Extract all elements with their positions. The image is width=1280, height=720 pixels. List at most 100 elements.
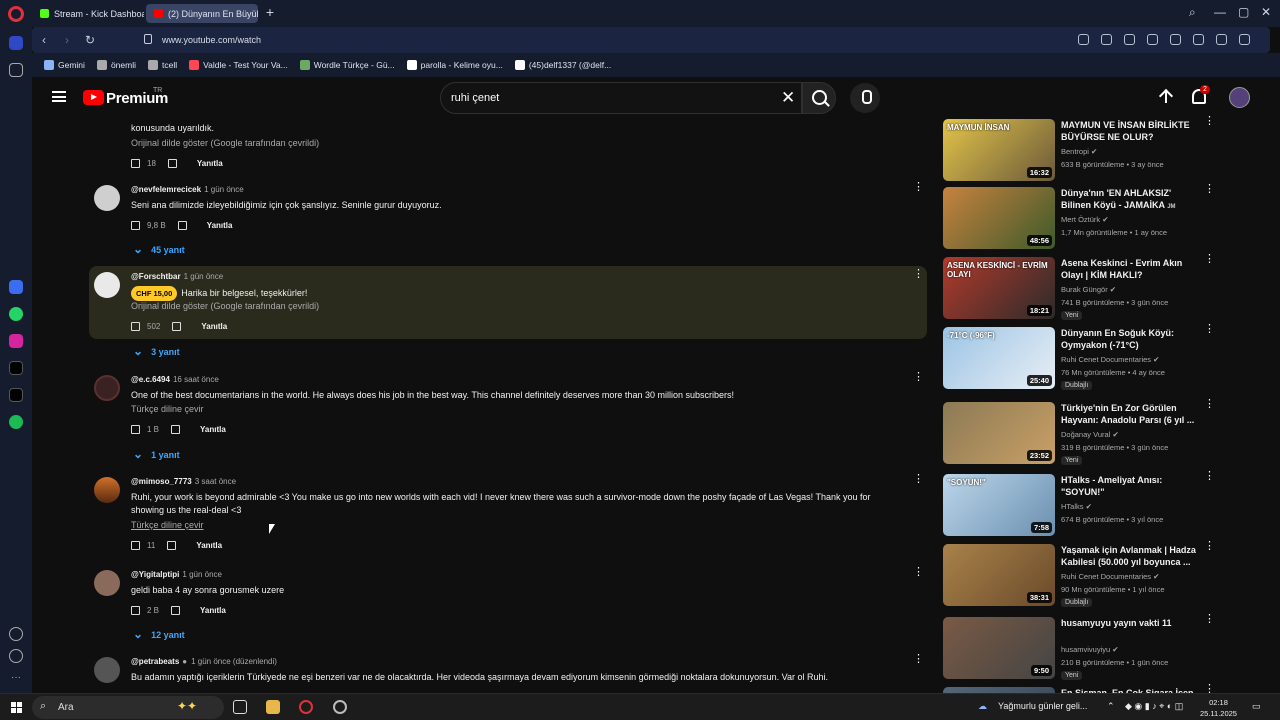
instagram-icon[interactable] <box>9 334 23 348</box>
view-replies-button[interactable]: 12 yanıt <box>133 627 185 641</box>
related-video-item[interactable]: 48:56 Dünya'nın 'EN AHLAKSIZ' Bilinen Köy… <box>943 184 1243 253</box>
video-thumbnail[interactable]: -71°C (-96°F) 25:40 <box>943 327 1055 389</box>
video-more-icon[interactable]: ⋮ <box>1204 116 1215 127</box>
aria-ai-icon[interactable] <box>9 280 23 294</box>
more-dots-icon[interactable]: ··· <box>9 672 23 686</box>
related-video-item[interactable]: "SOYUN!" 7:58 HTalks - Ameliyat Anısı: "SO… <box>943 471 1243 540</box>
video-more-icon[interactable]: ⋮ <box>1204 399 1215 410</box>
weather-text[interactable]: Yağmurlu günler geli... <box>998 701 1087 711</box>
video-title[interactable]: Türkiye'nin En Zor Görülen Hayvanı: Anad… <box>1061 402 1201 426</box>
channel-name[interactable]: husamvivuyiyu ✔ <box>1061 645 1119 654</box>
related-video-item[interactable]: 23:52 Türkiye'nin En Zor Görülen Hayvanı:… <box>943 399 1243 468</box>
opera-taskbar-icon[interactable] <box>299 700 313 714</box>
video-more-icon[interactable]: ⋮ <box>1204 184 1215 195</box>
video-more-icon[interactable]: ⋮ <box>1204 254 1215 265</box>
search-tabs-icon[interactable]: ⌕ <box>1189 5 1196 20</box>
comment-author[interactable]: @nevfelemrecicek <box>131 185 201 194</box>
heart-outline-icon[interactable] <box>1170 34 1181 45</box>
opera-gx-taskbar-icon[interactable] <box>333 700 347 714</box>
bookmark-item[interactable]: (45)delf1337 (@delf... <box>514 60 611 70</box>
avatar[interactable] <box>94 185 120 211</box>
taskbar-search[interactable]: ⌕ Ara ✦✦ <box>32 696 224 719</box>
comment-author[interactable]: @e.c.6494 <box>131 375 170 384</box>
tray-chevron-icon[interactable]: ⌃ <box>1107 701 1115 712</box>
view-replies-button[interactable]: 45 yanıt <box>133 242 185 256</box>
video-thumbnail[interactable]: 48:56 <box>943 187 1055 249</box>
tray-apps-icons[interactable]: ◆ ◉ ▮ ♪ ⌖ ◐ ◫ <box>1125 701 1183 712</box>
reload-icon[interactable]: ↻ <box>85 33 95 47</box>
show-original-link[interactable]: Orijinal dilde göster (Google tarafından… <box>131 138 319 148</box>
tiktok-icon[interactable] <box>9 361 23 375</box>
channel-name[interactable]: Bentropi ✔ <box>1061 147 1097 156</box>
reply-button[interactable]: Yanıtla <box>196 541 222 550</box>
video-title[interactable]: Dünyanın En Soğuk Köyü: Oymyakon (-71°C) <box>1061 327 1201 351</box>
comment-more-icon[interactable]: ⋮ <box>913 182 924 199</box>
like-icon[interactable] <box>131 159 140 168</box>
avatar[interactable] <box>94 272 120 298</box>
bookmark-item[interactable]: önemli <box>96 60 136 70</box>
related-video-item[interactable]: -71°C (-96°F) 25:40 Dünyanın En Soğuk Köyü… <box>943 324 1243 393</box>
reply-button[interactable]: Yanıtla <box>200 425 226 434</box>
tab-kick-dashboard[interactable]: Stream - Kick Dashboard <box>32 4 144 23</box>
edit-icon[interactable] <box>1078 34 1089 45</box>
related-video-item[interactable]: 38:31 Yaşamak için Avlanmak | Hadza Kabil… <box>943 541 1243 610</box>
windows-start-icon[interactable] <box>11 702 22 713</box>
video-thumbnail[interactable]: "SOYUN!" 7:58 <box>943 474 1055 536</box>
translate-link[interactable]: Türkçe diline çevir <box>131 520 204 530</box>
dislike-icon[interactable] <box>172 322 182 331</box>
home-icon[interactable] <box>9 36 23 50</box>
video-title[interactable]: Dünya'nın 'EN AHLAKSIZ' Bilinen Köyü - J… <box>1061 187 1201 213</box>
video-more-icon[interactable]: ⋮ <box>1204 324 1215 335</box>
comment-more-icon[interactable]: ⋮ <box>913 654 924 671</box>
video-thumbnail[interactable]: 9:50 <box>943 617 1055 679</box>
video-more-icon[interactable]: ⋮ <box>1204 541 1215 552</box>
channel-name[interactable]: HTalks ✔ <box>1061 502 1092 511</box>
reply-button[interactable]: Yanıtla <box>201 322 227 331</box>
maximize-icon[interactable]: ▢ <box>1238 5 1249 19</box>
menu-hamburger-icon[interactable] <box>52 91 66 102</box>
show-original-link[interactable]: Orijinal dilde göster (Google tarafından… <box>131 301 319 311</box>
video-thumbnail[interactable]: 38:31 <box>943 544 1055 606</box>
channel-name[interactable]: Mert Öztürk ✔ <box>1061 215 1109 224</box>
like-icon[interactable] <box>131 606 140 615</box>
whatsapp-icon[interactable] <box>9 307 23 321</box>
close-window-icon[interactable]: ✕ <box>1261 5 1271 19</box>
related-video-item[interactable]: 9:50 husamyuyu yayın vakti 11 husamvivuyiy… <box>943 614 1243 683</box>
comment-more-icon[interactable]: ⋮ <box>913 372 924 389</box>
opera-logo-icon[interactable] <box>8 6 24 22</box>
new-tab-plus-icon[interactable]: + <box>263 5 277 19</box>
comment-author[interactable]: @mimoso_7773 <box>131 477 192 486</box>
avatar[interactable] <box>94 570 120 596</box>
video-title[interactable]: Yaşamak için Avlanmak | Hadza Kabilesi (… <box>1061 544 1201 568</box>
translate-link[interactable]: Türkçe diline çevir <box>131 404 204 414</box>
notification-center-icon[interactable]: ▭ <box>1252 701 1261 712</box>
reply-button[interactable]: Yanıtla <box>200 606 226 615</box>
spotify-icon[interactable] <box>9 415 23 429</box>
related-video-item[interactable]: MAYMUN İNSAN 16:32 MAYMUN VE İNSAN BİRLİKT… <box>943 116 1243 185</box>
avatar[interactable] <box>94 657 120 683</box>
account-avatar[interactable] <box>1229 87 1250 108</box>
like-icon[interactable] <box>131 221 140 230</box>
bookmark-item[interactable]: tcell <box>147 60 177 70</box>
video-thumbnail[interactable]: 23:52 <box>943 402 1055 464</box>
x-twitter-icon[interactable] <box>9 388 23 402</box>
url-field[interactable]: www.youtube.com/watch <box>162 35 261 45</box>
dislike-icon[interactable] <box>167 159 177 168</box>
dislike-icon[interactable] <box>177 221 187 230</box>
search-input[interactable] <box>451 90 751 106</box>
extensions-icon[interactable] <box>1216 34 1227 45</box>
video-title[interactable]: HTalks - Ameliyat Anısı: "SOYUN!" <box>1061 474 1201 498</box>
history-clock-icon[interactable] <box>9 649 23 663</box>
star-icon[interactable] <box>9 63 23 77</box>
channel-name[interactable]: Burak Güngör ✔ <box>1061 285 1116 294</box>
like-icon[interactable] <box>131 541 140 550</box>
comment-more-icon[interactable]: ⋮ <box>913 269 924 286</box>
avatar[interactable] <box>94 477 120 503</box>
download-icon[interactable] <box>1193 34 1204 45</box>
channel-name[interactable]: Doğanay Vural ✔ <box>1061 430 1119 439</box>
tab-youtube-video[interactable]: (2) Dünyanın En Büyük 'Kı <box>146 4 258 23</box>
clear-search-icon[interactable]: ✕ <box>781 88 795 108</box>
bookmark-item[interactable]: Gemini <box>44 60 85 70</box>
search-button[interactable] <box>802 82 836 114</box>
channel-name[interactable]: Ruhi Cenet Documentaries ✔ <box>1061 572 1159 581</box>
